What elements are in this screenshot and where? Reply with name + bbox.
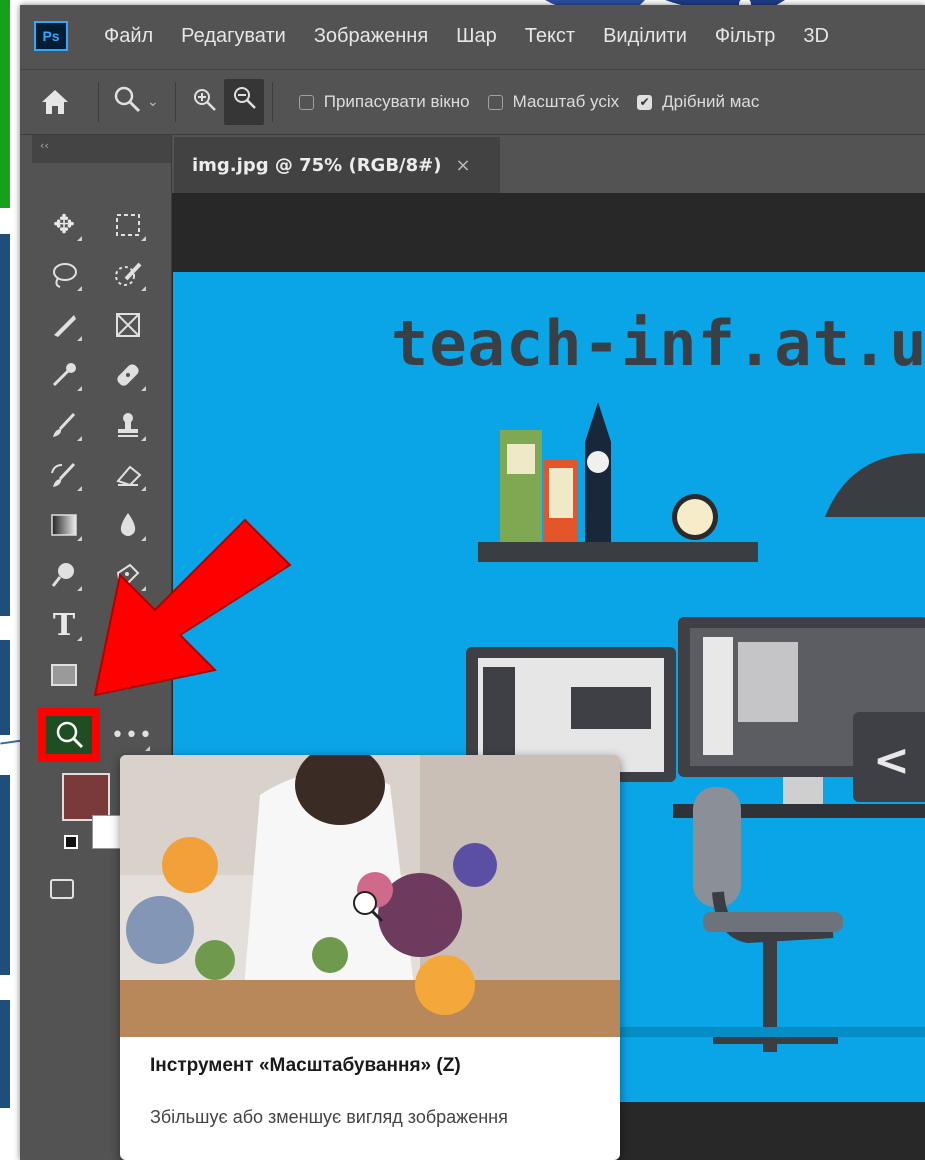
rectangle-tool-icon[interactable] [44, 655, 84, 695]
lasso-tool-icon[interactable] [44, 255, 84, 295]
default-colors-icon[interactable] [64, 835, 78, 849]
checkbox-label: Припасувати вікно [323, 92, 470, 111]
zoom-in-icon[interactable] [184, 86, 224, 119]
collapse-icon[interactable]: ‹‹ [32, 135, 171, 163]
tooltip-preview-image [120, 755, 620, 1037]
healing-brush-icon[interactable] [108, 355, 148, 395]
zoom-out-icon[interactable] [223, 79, 264, 125]
document-tab-title: img.jpg @ 75% (RGB/8#) [192, 154, 442, 176]
home-icon[interactable] [20, 77, 90, 127]
checkbox-unchecked[interactable] [487, 94, 503, 110]
checkbox-label: Масштаб усіх [512, 92, 620, 111]
photoshop-logo: Ps [34, 21, 68, 51]
foreground-color-swatch[interactable] [62, 773, 110, 821]
eyedropper-icon[interactable] [44, 355, 84, 395]
menu-type[interactable]: Текст [525, 25, 575, 48]
separator [174, 82, 176, 122]
slide-strip [0, 775, 10, 975]
stamp-tool-icon[interactable] [108, 405, 148, 445]
move-tool-icon[interactable]: ✥ [44, 205, 84, 245]
menu-file[interactable]: Файл [104, 25, 153, 48]
menu-edit[interactable]: Редагувати [181, 25, 286, 48]
menu-items: Файл Редагувати Зображення Шар Текст Вид… [104, 25, 857, 48]
checkbox-label: Дрібний мас [662, 92, 760, 111]
zoom-all-checkbox[interactable]: Масштаб усіх [487, 92, 620, 112]
menu-image[interactable]: Зображення [314, 25, 428, 48]
dodge-tool-icon[interactable] [44, 555, 84, 595]
slide-strip [0, 1000, 10, 1108]
more-tools-icon[interactable]: ••• [111, 715, 152, 755]
tooltip-title: Інструмент «Масштабування» (Z) [150, 1055, 461, 1076]
red-arrow-annotation [93, 518, 292, 697]
tooltip-description: Збільшує або зменшує вигляд зображення [150, 1107, 508, 1127]
quick-selection-icon[interactable] [108, 255, 148, 295]
checkbox-unchecked[interactable] [298, 94, 314, 110]
document-tab[interactable]: img.jpg @ 75% (RGB/8#) × [174, 137, 500, 193]
type-tool-icon[interactable]: T [44, 605, 84, 645]
svg-text:<: < [873, 735, 910, 786]
marquee-tool-icon[interactable] [108, 205, 148, 245]
scrubby-zoom-checkbox[interactable]: ✔ Дрібний мас [637, 92, 759, 112]
menu-bar: Ps Файл Редагувати Зображення Шар Текст … [20, 5, 925, 67]
zoom-tool-icon[interactable] [38, 708, 100, 762]
zoom-preset-icon[interactable] [107, 84, 147, 121]
resize-windows-checkbox[interactable]: Припасувати вікно [298, 92, 470, 112]
slide-strip [0, 640, 10, 735]
close-icon[interactable]: × [455, 155, 470, 176]
menu-layer[interactable]: Шар [456, 25, 497, 48]
crop-tool-icon[interactable] [44, 305, 84, 345]
history-brush-icon[interactable] [44, 455, 84, 495]
frame-tool-icon[interactable] [108, 305, 148, 345]
options-bar: ⌄ Припасувати вікно Масштаб усіх ✔ Дрібн… [20, 69, 925, 135]
brush-tool-icon[interactable] [44, 405, 84, 445]
gradient-tool-icon[interactable] [44, 505, 84, 545]
menu-select[interactable]: Виділити [603, 25, 687, 48]
tool-tooltip: Інструмент «Масштабування» (Z) Збільшує … [120, 755, 620, 1160]
separator [98, 82, 99, 122]
quick-mask-icon[interactable] [50, 879, 74, 899]
separator [271, 82, 273, 122]
menu-3d[interactable]: 3D [803, 25, 829, 48]
chevron-down-icon[interactable]: ⌄ [147, 94, 159, 110]
checkbox-checked[interactable]: ✔ [637, 94, 653, 110]
eraser-tool-icon[interactable] [108, 455, 148, 495]
slide-strip [0, 0, 10, 208]
page: Ps Файл Редагувати Зображення Шар Текст … [0, 0, 925, 1160]
slide-strip [0, 234, 10, 616]
menu-filter[interactable]: Фільтр [715, 25, 775, 48]
